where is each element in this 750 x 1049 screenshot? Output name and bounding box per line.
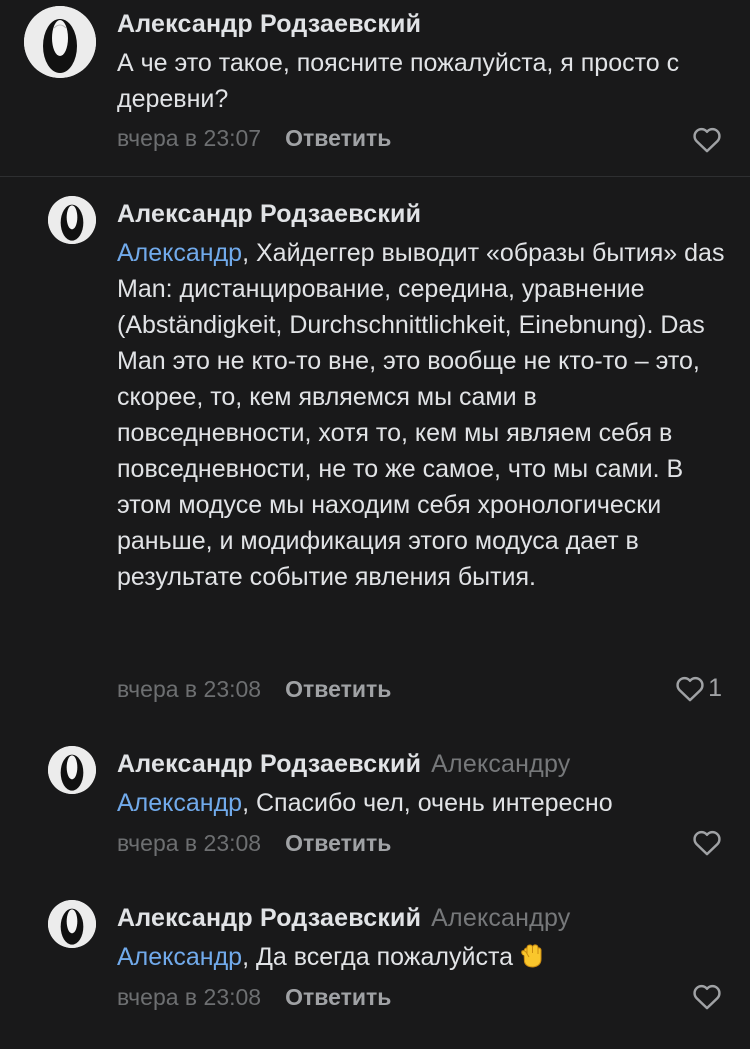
comment-time[interactable]: вчера в 23:08	[117, 984, 261, 1010]
avatar[interactable]	[24, 6, 96, 78]
comment-text: Александр, Да всегда пожалуйста	[117, 939, 727, 975]
comment-text: Александр, Хайдеггер выводит «образы быт…	[117, 235, 727, 595]
avatar[interactable]	[48, 900, 96, 948]
mask-avatar-icon	[48, 196, 96, 244]
author-name[interactable]: Александр Родзаевский	[117, 750, 421, 778]
like-count: 1	[708, 674, 722, 702]
comment-body: , Спасибо чел, очень интересно	[242, 789, 613, 817]
heart-icon	[676, 676, 704, 702]
heart-icon	[693, 830, 721, 856]
comment-author[interactable]: Александр Родзаевский	[117, 200, 421, 229]
raised-fist-emoji-icon	[521, 944, 542, 968]
like-button[interactable]: 1	[675, 674, 722, 703]
comment-body: , Да всегда пожалуйста	[242, 943, 514, 971]
mention-link[interactable]: Александр	[117, 239, 242, 267]
reply-button[interactable]: Ответить	[285, 830, 391, 856]
avatar[interactable]	[48, 746, 96, 794]
comment-meta: вчера в 23:08 Ответить	[117, 676, 391, 703]
like-button[interactable]	[692, 829, 722, 856]
comment-meta: вчера в 23:07 Ответить	[117, 125, 391, 152]
mask-avatar-icon	[24, 6, 96, 78]
mask-avatar-icon	[48, 746, 96, 794]
divider	[0, 176, 750, 177]
like-button[interactable]	[692, 126, 722, 153]
comment-author[interactable]: Александр Родзаевский Александру	[117, 904, 570, 933]
comment-author[interactable]: Александр Родзаевский	[117, 10, 421, 39]
comment-time[interactable]: вчера в 23:07	[117, 125, 261, 151]
comment-author[interactable]: Александр Родзаевский Александру	[117, 750, 570, 779]
mention-link[interactable]: Александр	[117, 943, 242, 971]
mask-avatar-icon	[48, 900, 96, 948]
author-name[interactable]: Александр Родзаевский	[117, 200, 421, 228]
reply-to-label[interactable]: Александру	[431, 904, 570, 932]
heart-icon	[693, 984, 721, 1010]
comment-meta: вчера в 23:08 Ответить	[117, 984, 391, 1011]
comment-meta: вчера в 23:08 Ответить	[117, 830, 391, 857]
comment-text: Александр, Спасибо чел, очень интересно	[117, 785, 727, 821]
avatar[interactable]	[48, 196, 96, 244]
reply-button[interactable]: Ответить	[285, 984, 391, 1010]
comment-time[interactable]: вчера в 23:08	[117, 830, 261, 856]
author-name[interactable]: Александр Родзаевский	[117, 10, 421, 38]
author-name[interactable]: Александр Родзаевский	[117, 904, 421, 932]
like-button[interactable]	[692, 983, 722, 1010]
reply-to-label[interactable]: Александру	[431, 750, 570, 778]
reply-button[interactable]: Ответить	[285, 125, 391, 151]
comment-text: А че это такое, поясните пожалуйста, я п…	[117, 45, 727, 117]
comment-body: А че это такое, поясните пожалуйста, я п…	[117, 49, 680, 113]
comment-time[interactable]: вчера в 23:08	[117, 676, 261, 702]
mention-link[interactable]: Александр	[117, 789, 242, 817]
comment-body: , Хайдеггер выводит «образы бытия» das M…	[117, 239, 725, 591]
reply-button[interactable]: Ответить	[285, 676, 391, 702]
heart-icon	[693, 127, 721, 153]
